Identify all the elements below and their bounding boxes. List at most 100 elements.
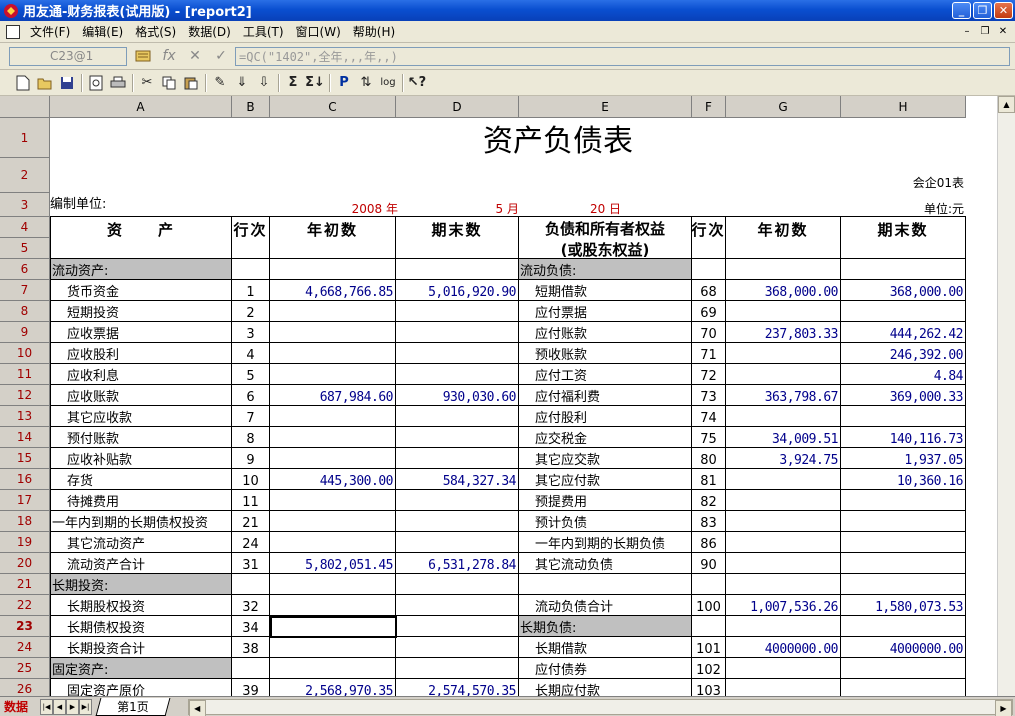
table-cell[interactable] [726,343,841,364]
table-cell[interactable] [841,259,966,280]
menu-data[interactable]: 数据(D) [182,23,237,40]
table-cell[interactable]: 4.84 [841,364,966,385]
table-cell[interactable]: 368,000.00 [841,280,966,301]
table-cell[interactable]: 2,568,970.35 [270,679,396,696]
print-preview-icon[interactable] [85,72,107,94]
table-cell[interactable] [396,364,519,385]
table-cell[interactable] [396,406,519,427]
table-cell[interactable] [270,511,396,532]
table-cell[interactable]: 1,007,536.26 [726,595,841,616]
minimize-button[interactable]: _ [952,2,971,19]
table-cell[interactable] [270,595,396,616]
p-icon[interactable]: P [333,72,355,94]
column-header-g[interactable]: G [726,96,841,118]
row-header[interactable]: 22 [0,595,50,616]
row-header[interactable]: 21 [0,574,50,595]
table-cell[interactable] [726,553,841,574]
sort-icon[interactable]: ⇅ [355,72,377,94]
table-cell[interactable] [726,259,841,280]
table-cell[interactable] [270,616,396,637]
table-cell[interactable]: 246,392.00 [841,343,966,364]
sum-dropdown-icon[interactable]: Σ↓ [304,72,326,94]
row-header[interactable]: 13 [0,406,50,427]
table-cell[interactable]: 140,116.73 [841,427,966,448]
menu-help[interactable]: 帮助(H) [347,23,401,40]
log-icon[interactable]: log [377,72,399,94]
table-cell[interactable] [270,427,396,448]
table-cell[interactable]: 6,531,278.84 [396,553,519,574]
table-cell[interactable] [270,637,396,658]
table-cell[interactable] [270,364,396,385]
row-header[interactable]: 11 [0,364,50,385]
table-cell[interactable]: 4,668,766.85 [270,280,396,301]
close-button[interactable]: ✕ [994,2,1013,19]
table-cell[interactable] [841,574,966,595]
row-header[interactable]: 25 [0,658,50,679]
table-cell[interactable] [726,301,841,322]
table-cell[interactable]: 368,000.00 [726,280,841,301]
table-cell[interactable]: 5,802,051.45 [270,553,396,574]
table-cell[interactable] [270,301,396,322]
table-cell[interactable] [841,532,966,553]
format-painter-icon[interactable]: ✎ [209,72,231,94]
table-cell[interactable] [396,637,519,658]
document-icon[interactable] [6,24,20,39]
table-cell[interactable] [270,532,396,553]
menu-format[interactable]: 格式(S) [129,23,182,40]
print-icon[interactable] [107,72,129,94]
table-cell[interactable] [726,679,841,696]
row-header[interactable]: 8 [0,301,50,322]
table-cell[interactable] [726,364,841,385]
table-cell[interactable]: 687,984.60 [270,385,396,406]
help-pointer-icon[interactable]: ↖? [406,72,428,94]
row-header[interactable]: 5 [0,238,50,259]
table-cell[interactable]: 363,798.67 [726,385,841,406]
table-cell[interactable] [841,490,966,511]
sheet-tab-page1[interactable]: 第1页 [95,697,171,716]
column-header-e[interactable]: E [519,96,692,118]
column-header-d[interactable]: D [396,96,519,118]
row-header[interactable]: 12 [0,385,50,406]
delete-rows-icon[interactable]: ⇩ [253,72,275,94]
menu-tools[interactable]: 工具(T) [237,23,290,40]
table-cell[interactable] [396,595,519,616]
row-header[interactable]: 7 [0,280,50,301]
table-cell[interactable] [726,532,841,553]
table-cell[interactable]: 237,803.33 [726,322,841,343]
table-cell[interactable]: 10,360.16 [841,469,966,490]
table-cell[interactable]: 1,937.05 [841,448,966,469]
table-cell[interactable]: 1,580,073.53 [841,595,966,616]
table-cell[interactable]: 34,009.51 [726,427,841,448]
table-cell[interactable] [841,301,966,322]
column-header-c[interactable]: C [270,96,396,118]
spreadsheet[interactable]: A B C D E F G H 1 2 3 4 5 6 7 8 9 10 11 12 13 14 15 16 17 18 19 20 2… [0,96,1015,696]
mdi-restore-button[interactable]: ❐ [977,25,993,39]
column-header-a[interactable]: A [50,96,232,118]
last-sheet-icon[interactable]: ▶| [79,698,92,715]
table-cell[interactable] [726,616,841,637]
table-cell[interactable] [726,574,841,595]
cut-icon[interactable]: ✂ [136,72,158,94]
table-cell[interactable] [270,259,396,280]
table-cell[interactable]: 930,030.60 [396,385,519,406]
maximize-button[interactable]: ❐ [973,2,992,19]
table-cell[interactable] [726,469,841,490]
row-header[interactable]: 17 [0,490,50,511]
row-header[interactable]: 1 [0,118,50,158]
scroll-left-arrow-icon[interactable]: ◀ [188,699,206,716]
table-cell[interactable] [396,490,519,511]
table-cell[interactable] [270,406,396,427]
mdi-close-button[interactable]: ✕ [995,25,1011,39]
table-cell[interactable] [396,259,519,280]
table-cell[interactable] [396,448,519,469]
column-header-b[interactable]: B [232,96,270,118]
paste-icon[interactable] [180,72,202,94]
table-cell[interactable] [270,574,396,595]
table-cell[interactable] [270,658,396,679]
row-header[interactable]: 14 [0,427,50,448]
sum-icon[interactable]: Σ [282,72,304,94]
table-cell[interactable] [726,658,841,679]
cancel-edit-icon[interactable]: ✕ [185,47,205,66]
horizontal-scrollbar[interactable]: ◀ ▶ [187,698,1013,716]
table-cell[interactable] [726,406,841,427]
